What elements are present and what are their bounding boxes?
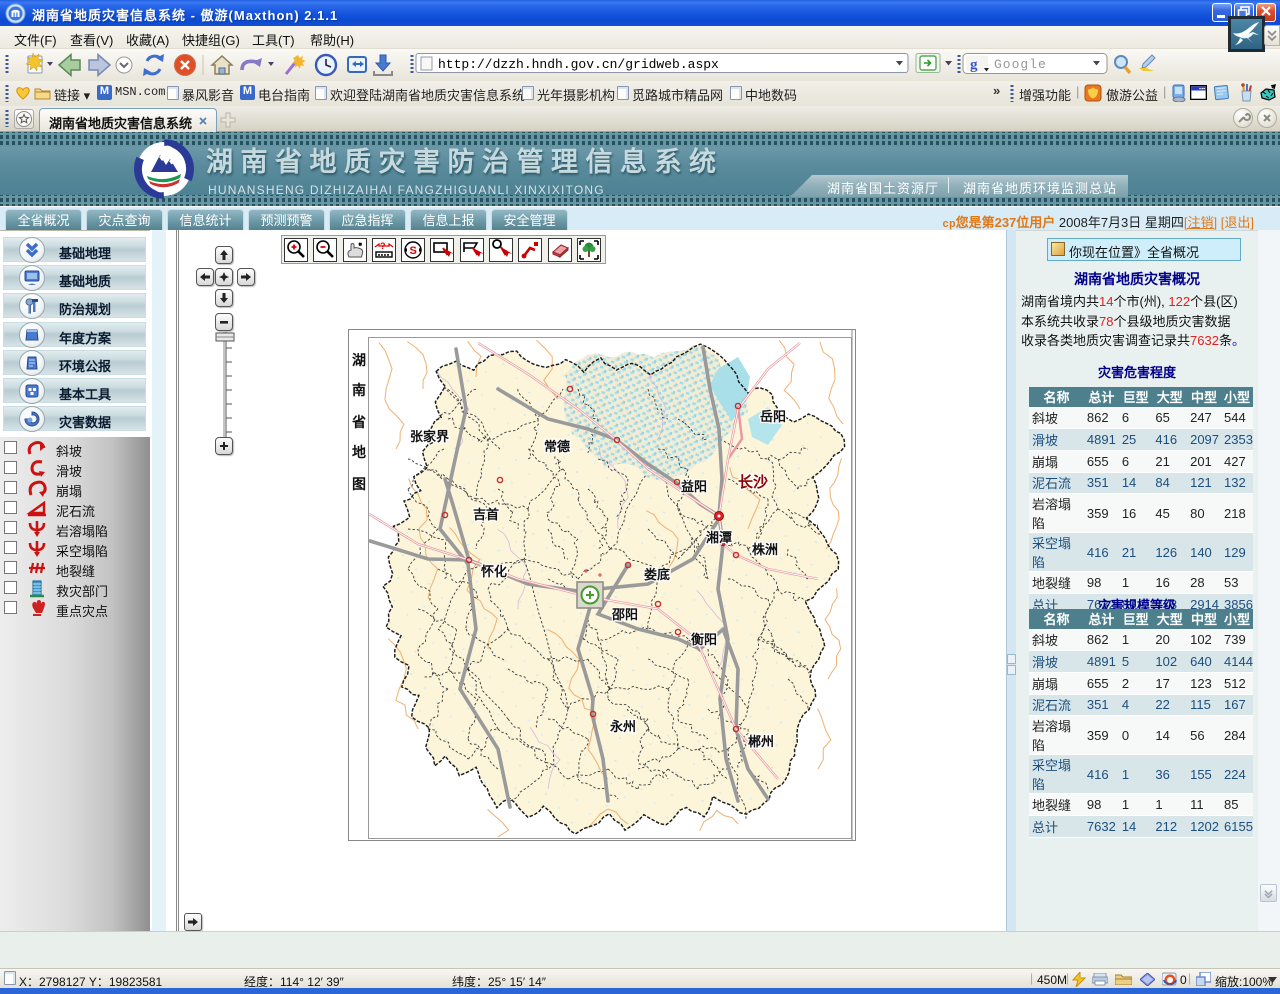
svg-text:张家界: 张家界 bbox=[410, 429, 449, 444]
svg-text:益阳: 益阳 bbox=[681, 479, 707, 494]
svg-text:地: 地 bbox=[352, 444, 366, 460]
svg-text:株洲: 株洲 bbox=[752, 542, 778, 557]
svg-text:湖: 湖 bbox=[352, 352, 366, 368]
svg-text:永州: 永州 bbox=[609, 719, 636, 734]
svg-text:南: 南 bbox=[352, 382, 366, 398]
svg-text:怀化: 怀化 bbox=[481, 564, 507, 579]
svg-text:娄底: 娄底 bbox=[644, 567, 670, 582]
svg-text:省: 省 bbox=[351, 414, 366, 430]
svg-text:图: 图 bbox=[352, 476, 366, 492]
svg-text:g: g bbox=[970, 57, 978, 73]
svg-text:吉首: 吉首 bbox=[473, 507, 499, 522]
svg-text:衡阳: 衡阳 bbox=[691, 632, 717, 647]
svg-text:Google: Google bbox=[994, 57, 1047, 72]
svg-text:长沙: 长沙 bbox=[738, 473, 768, 491]
svg-text:常德: 常德 bbox=[544, 439, 570, 454]
svg-text:S: S bbox=[410, 245, 417, 257]
svg-text:郴州: 郴州 bbox=[748, 734, 774, 749]
svg-text:湘潭: 湘潭 bbox=[706, 530, 732, 545]
svg-text:http://dzzh.hndh.gov.cn/gridwe: http://dzzh.hndh.gov.cn/gridweb.aspx bbox=[438, 57, 719, 72]
svg-text:邵阳: 邵阳 bbox=[611, 607, 638, 622]
svg-text:岳阳: 岳阳 bbox=[760, 409, 786, 424]
